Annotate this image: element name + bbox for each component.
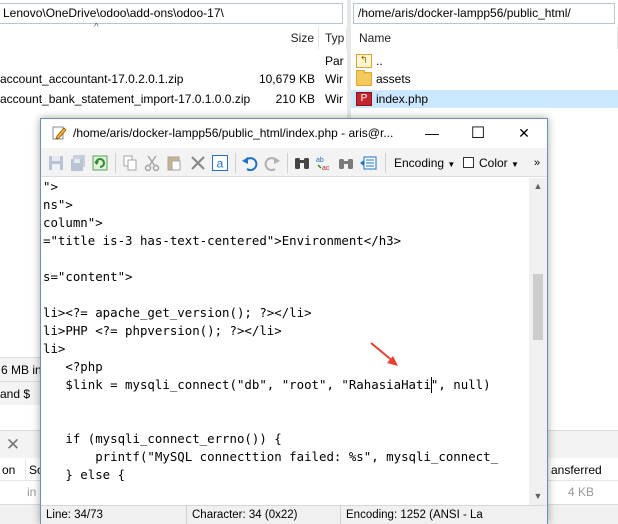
replace-icon[interactable]: ab ac [315,154,333,172]
encoding-dropdown[interactable]: Encoding ▼ [394,154,455,172]
chevron-down-icon: ▼ [447,160,456,169]
annotation-arrow-icon [370,342,398,366]
code-line: } else { [43,467,126,482]
local-status-size: 6 MB in [0,357,40,381]
scroll-down-icon[interactable]: ▼ [529,488,547,505]
editor-title: /home/aris/docker-lampp56/public_html/in… [73,126,394,140]
find-next-icon[interactable] [337,154,355,172]
php-file-icon: P [356,92,372,106]
find-icon[interactable] [293,154,311,172]
close-icon[interactable]: ✕ [4,436,22,454]
undo-icon[interactable] [241,154,259,172]
select-all-icon[interactable]: a [211,154,229,172]
paste-icon[interactable] [165,154,183,172]
redo-icon[interactable] [263,154,281,172]
code-line: ns"> [43,197,73,212]
list-item[interactable]: assets [351,70,618,88]
toolbar-overflow-icon[interactable]: » [534,154,540,172]
item-name: index.php [376,92,429,106]
file-name: account_bank_statement_import-17.0.1.0.0… [0,92,250,106]
code-editor[interactable]: "> ns"> column"> ="title is-3 has-text-cent… [41,178,529,505]
toolbar-separator [385,153,386,173]
file-name: account_accountant-17.0.2.0.1.zip [0,72,184,86]
parent-folder-icon: ↰ [356,54,372,68]
editor-window: /home/aris/docker-lampp56/public_html/in… [40,118,548,524]
close-button[interactable]: ✕ [501,119,547,148]
file-type: Wir [325,72,343,86]
code-line: printf("MySQL connecttion failed: %s", m… [43,449,499,464]
code-line: column"> [43,215,103,230]
color-checkbox[interactable] [463,157,474,168]
code-line: li><?= apache_get_version(); ?></li> [43,305,312,320]
scroll-up-icon[interactable]: ▲ [529,178,547,195]
delete-icon[interactable] [189,154,207,172]
sort-up-icon: ^ [94,22,99,33]
column-header-size[interactable]: Size [250,27,319,49]
save-icon[interactable] [47,154,65,172]
copy-icon[interactable] [121,154,139,172]
status-encoding: Encoding: 1252 (ANSI - La [346,509,483,521]
code-line: li> [43,341,66,356]
svg-text:ac: ac [322,165,330,172]
status-character: Character: 34 (0x22) [187,506,341,524]
queue-size: 4 KB [567,485,594,499]
go-to-line-icon[interactable] [359,154,377,172]
reload-icon[interactable] [91,154,109,172]
cut-icon[interactable] [143,154,161,172]
list-item[interactable]: account_accountant-17.0.2.0.1.zip 10,679… [0,70,347,88]
encoding-label: Encoding [394,156,445,170]
toolbar-separator [115,153,116,173]
column-header-name[interactable]: Name [354,27,618,49]
code-line: if (mysqli_connect_errno()) { [43,431,282,446]
color-label: Color [479,156,508,170]
queue-column-transferred[interactable]: ansferred [548,459,618,481]
folder-icon [356,70,372,86]
scrollbar-thumb[interactable] [533,274,543,340]
file-size: 210 KB [275,92,315,106]
queue-column-source[interactable]: So [27,459,41,481]
list-item[interactable]: account_bank_statement_import-17.0.1.0.0… [0,90,347,108]
list-item-selected[interactable]: P index.php [351,90,618,108]
file-type: Wir [325,92,343,106]
status-line: Line: 34/73 [41,506,187,524]
svg-text:a: a [217,157,224,171]
text-caret [430,377,432,393]
queue-column-operation[interactable]: on [0,459,26,481]
editor-titlebar[interactable]: /home/aris/docker-lampp56/public_html/in… [41,119,547,148]
local-status-free: and $ [0,381,40,405]
item-name: assets [376,72,411,86]
file-size: 10,679 KB [258,72,315,86]
vertical-scrollbar[interactable]: ▲ ▼ [529,178,547,505]
editor-toolbar: a ab ac Encoding ▼ Color ▼ » [41,148,547,177]
code-line: li>PHP <?= phpversion(); ?></li> [43,323,282,338]
queue-source: in [27,485,37,499]
code-line: s="content"> [43,269,133,284]
code-line: ="title is-3 has-text-centered">Environm… [43,233,402,248]
minimize-button[interactable]: — [409,119,455,148]
toolbar-separator [287,153,288,173]
color-dropdown[interactable]: Color ▼ [479,154,519,172]
chevron-down-icon: ▼ [511,160,519,169]
local-path-bar[interactable]: Lenovo\OneDrive\odoo\add-ons\odoo-17\ [0,3,343,24]
list-item[interactable]: ↰ .. [351,52,618,70]
editor-status-bar: Line: 34/73 Character: 34 (0x22) Encodin… [41,505,547,524]
file-type: Par [325,54,344,68]
save-all-icon[interactable] [69,154,87,172]
maximize-button[interactable]: ☐ [455,119,501,148]
svg-text:ab: ab [316,157,324,164]
remote-path-bar[interactable]: /home/aris/docker-lampp56/public_html/ [353,3,615,24]
edit-document-icon [52,126,67,140]
list-item[interactable]: Par [0,52,347,70]
item-name: .. [376,54,383,68]
toolbar-separator [235,153,236,173]
code-line: $link = mysqli_connect("db", "root", "Ra… [43,377,491,392]
column-header-type[interactable]: Typ [320,27,347,49]
code-line: <?php [43,359,103,374]
code-line: "> [43,179,58,194]
